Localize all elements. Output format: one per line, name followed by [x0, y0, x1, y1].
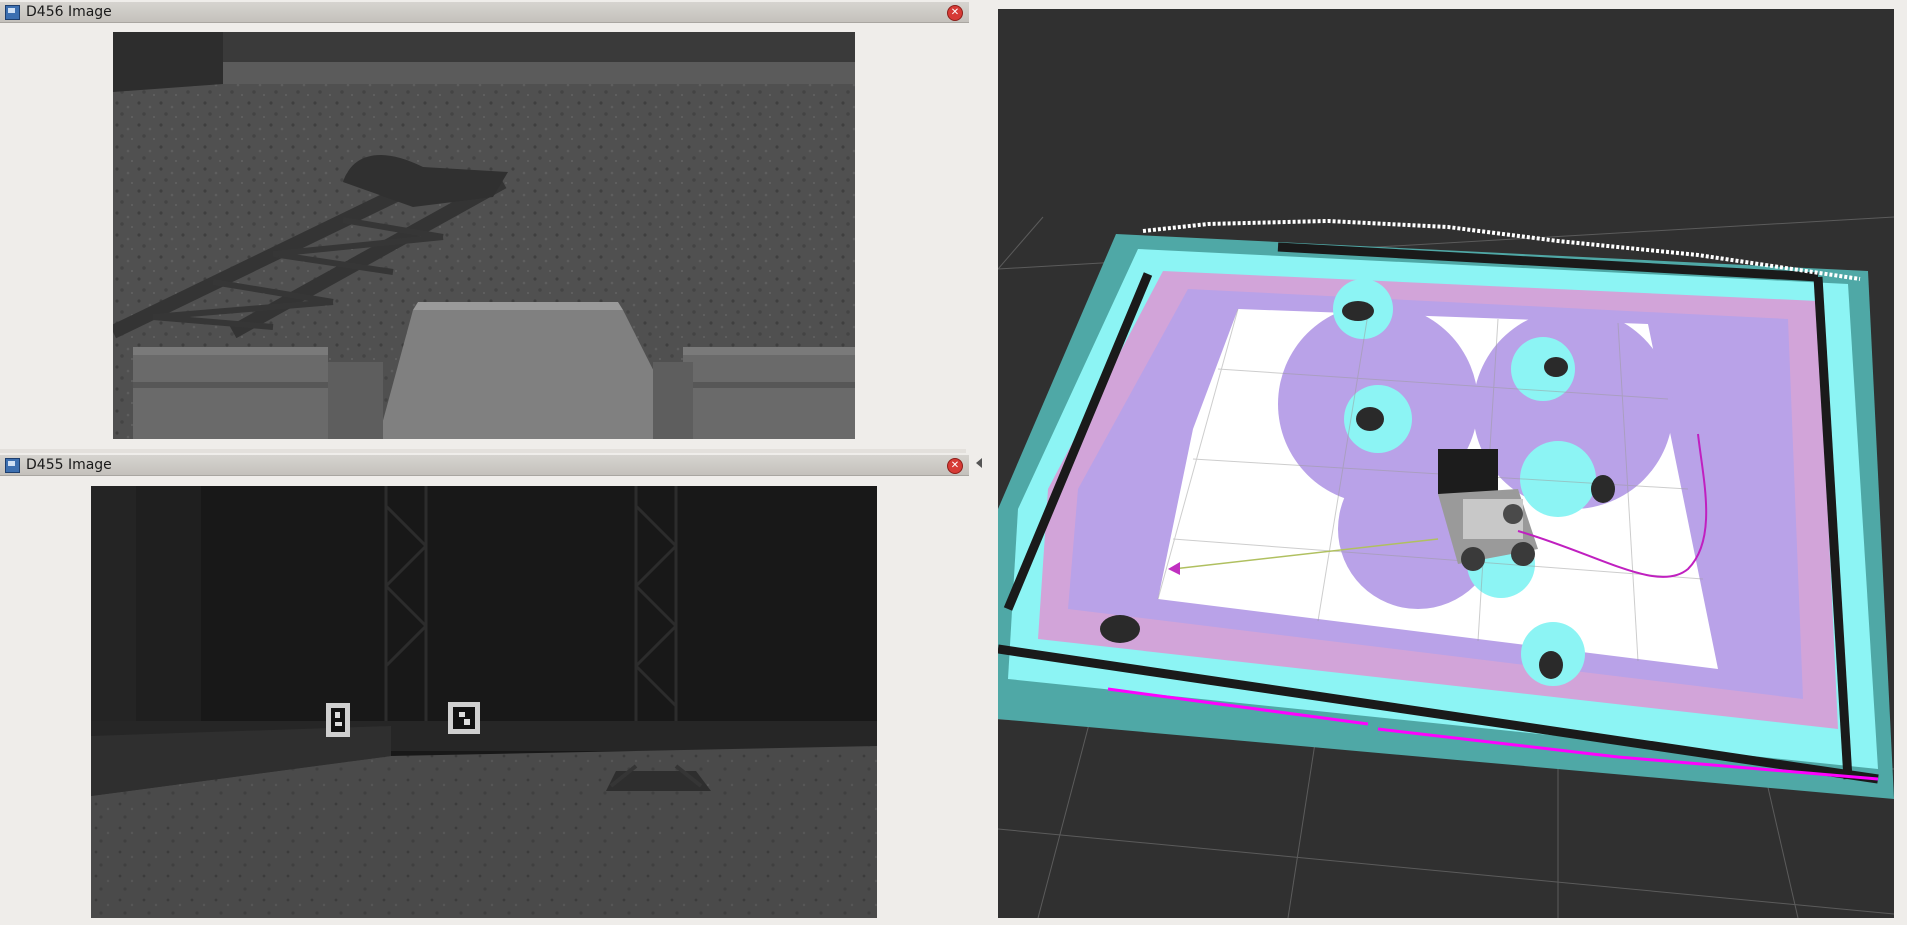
- horizontal-splitter[interactable]: [0, 449, 966, 453]
- d455-camera-image: [91, 486, 877, 918]
- d456-title-bar[interactable]: D456 Image ✕: [0, 2, 969, 23]
- d455-panel-title: D455 Image: [26, 457, 112, 473]
- collapse-arrow-icon[interactable]: [976, 458, 982, 468]
- rviz-3d-view[interactable]: [998, 9, 1894, 918]
- d455-close-icon[interactable]: ✕: [947, 458, 963, 474]
- image-view-icon: [5, 457, 20, 473]
- d455-title-bar[interactable]: D455 Image ✕: [0, 455, 969, 476]
- ar-tag-1: [326, 703, 350, 737]
- d456-close-icon[interactable]: ✕: [947, 5, 963, 21]
- d456-camera-image: [113, 32, 855, 439]
- image-view-icon: [5, 4, 20, 20]
- d456-panel-title: D456 Image: [26, 4, 112, 20]
- ar-tag-2: [448, 702, 480, 734]
